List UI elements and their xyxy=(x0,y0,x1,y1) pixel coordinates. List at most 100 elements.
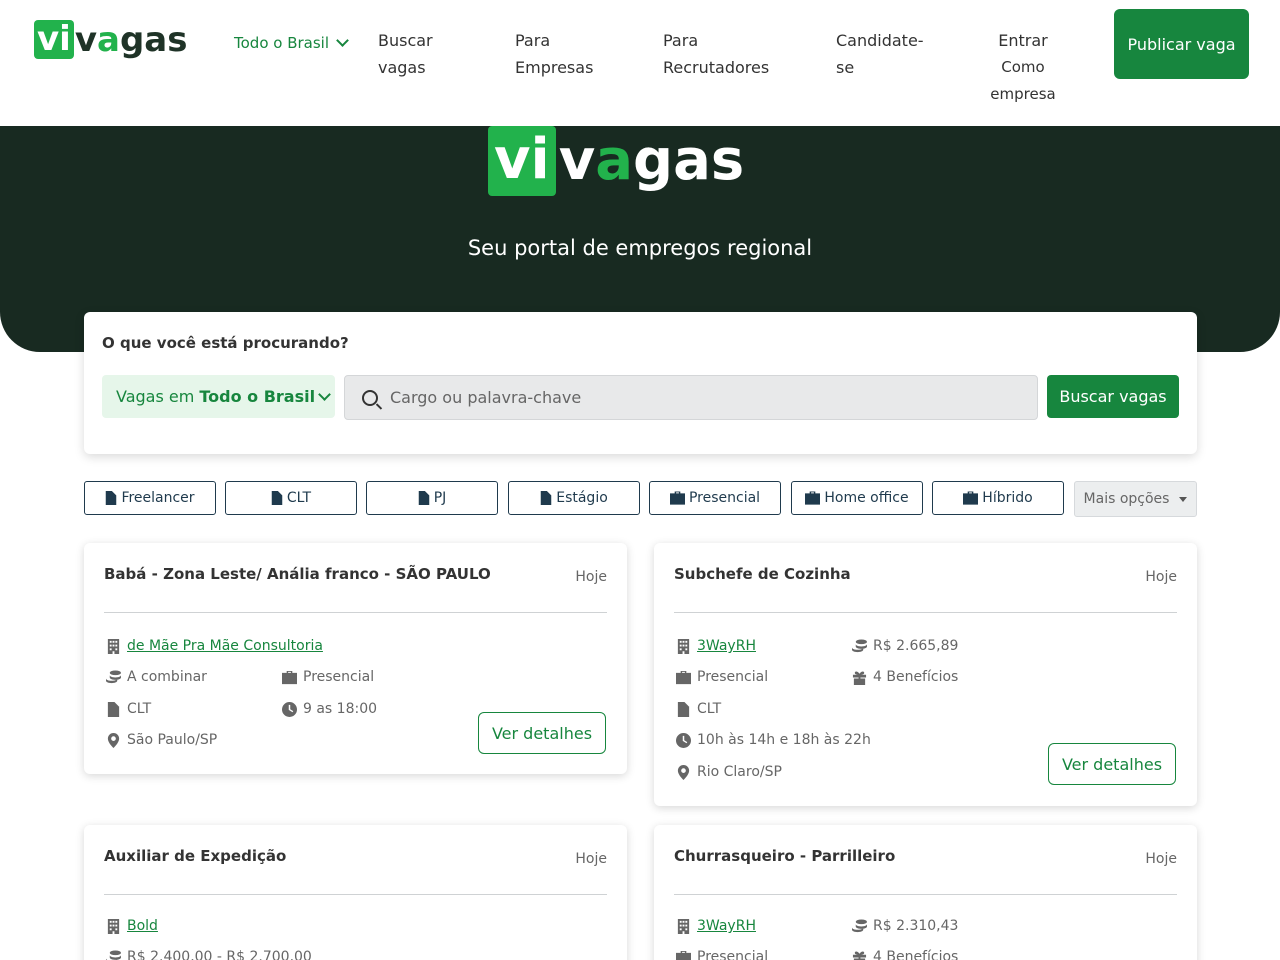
hero-logo: vi vagas xyxy=(488,126,744,196)
chevron-down-icon xyxy=(318,387,331,401)
map-pin-icon xyxy=(107,732,120,748)
file-icon xyxy=(107,701,120,717)
logo-vi: vi xyxy=(34,20,74,59)
job-location-row: São Paulo/SP xyxy=(106,732,217,748)
filter-presencial[interactable]: Presencial xyxy=(649,481,781,515)
job-card[interactable]: Churrasqueiro - Parrilleiro Hoje 3WayRH … xyxy=(654,825,1197,960)
nav-buscar-vagas[interactable]: Buscar vagas xyxy=(378,27,433,81)
job-company-row: Bold xyxy=(106,918,158,934)
filter-pj[interactable]: PJ xyxy=(366,481,498,515)
filter-freelancer[interactable]: Freelancer xyxy=(84,481,216,515)
job-mode-row: Presencial xyxy=(282,669,374,685)
job-company-link[interactable]: de Mãe Pra Mãe Consultoria xyxy=(127,638,323,654)
gift-icon xyxy=(852,951,867,960)
file-icon xyxy=(677,701,690,717)
job-company-row: 3WayRH xyxy=(676,918,756,934)
briefcase-icon xyxy=(805,491,821,505)
job-salary-row: A combinar xyxy=(106,669,207,685)
briefcase-icon xyxy=(669,491,685,505)
job-company-link[interactable]: Bold xyxy=(127,918,158,934)
file-icon xyxy=(418,491,429,505)
job-salary-row: R$ 2.665,89 xyxy=(852,638,958,654)
job-location-row: Rio Claro/SP xyxy=(676,764,782,780)
job-hours-row: 10h às 14h e 18h às 22h xyxy=(676,732,871,748)
nav-para-recrutadores[interactable]: Para Recrutadores xyxy=(663,27,769,81)
job-title[interactable]: Auxiliar de Expedição xyxy=(104,847,286,865)
nav-entrar-empresa[interactable]: Entrar Como empresa xyxy=(980,27,1066,108)
job-date: Hoje xyxy=(575,569,607,585)
card-divider xyxy=(104,894,607,895)
job-location: São Paulo/SP xyxy=(127,732,218,748)
file-icon xyxy=(271,491,283,505)
job-card[interactable]: Babá - Zona Leste/ Anália franco - SÃO P… xyxy=(84,543,627,774)
view-details-button[interactable]: Ver detalhes xyxy=(1048,743,1176,785)
briefcase-icon xyxy=(282,670,297,684)
coins-icon xyxy=(852,918,867,932)
job-title[interactable]: Babá - Zona Leste/ Anália franco - SÃO P… xyxy=(104,565,491,583)
publish-job-button[interactable]: Publicar vaga xyxy=(1114,9,1249,79)
file-icon xyxy=(106,491,117,505)
building-icon xyxy=(107,918,120,934)
chevron-down-icon xyxy=(336,34,349,47)
coins-icon xyxy=(852,638,867,652)
gift-icon xyxy=(852,671,867,685)
job-hours: 10h às 14h e 18h às 22h xyxy=(697,732,871,748)
nav-candidate-se[interactable]: Candidate- se xyxy=(836,27,924,81)
job-hours: 9 as 18:00 xyxy=(303,701,378,717)
caret-down-icon xyxy=(1179,496,1188,502)
job-location: Rio Claro/SP xyxy=(697,764,782,780)
filter-hibrido[interactable]: Híbrido xyxy=(932,481,1064,515)
building-icon xyxy=(677,638,690,654)
job-work-mode: Presencial xyxy=(697,669,769,685)
job-work-mode: Presencial xyxy=(697,949,769,960)
search-box[interactable] xyxy=(344,375,1038,420)
more-options-dropdown[interactable]: Mais opções xyxy=(1074,481,1197,517)
logo-vagas: vagas xyxy=(74,19,188,60)
search-heading: O que você está procurando? xyxy=(102,334,349,352)
job-benefits: 4 Benefícios xyxy=(873,669,959,685)
job-title[interactable]: Churrasqueiro - Parrilleiro xyxy=(674,847,895,865)
job-salary: R$ 2.310,43 xyxy=(873,918,959,934)
job-title[interactable]: Subchefe de Cozinha xyxy=(674,565,851,583)
region-selector[interactable]: Todo o Brasil xyxy=(234,34,349,52)
job-work-mode: Presencial xyxy=(303,669,375,685)
clock-icon xyxy=(282,701,297,717)
view-details-button[interactable]: Ver detalhes xyxy=(478,712,606,754)
nav-para-empresas[interactable]: Para Empresas xyxy=(515,27,593,81)
job-contract-row: CLT xyxy=(676,701,721,717)
map-pin-icon xyxy=(677,764,690,780)
job-company-row: 3WayRH xyxy=(676,638,756,654)
job-contract: CLT xyxy=(697,701,722,717)
job-card[interactable]: Subchefe de Cozinha Hoje 3WayRH R$ 2.665… xyxy=(654,543,1197,806)
job-company-link[interactable]: 3WayRH xyxy=(697,638,756,654)
search-input[interactable] xyxy=(390,388,1030,407)
card-divider xyxy=(674,894,1177,895)
filter-clt[interactable]: CLT xyxy=(225,481,357,515)
card-divider xyxy=(104,612,607,613)
job-card[interactable]: Auxiliar de Expedição Hoje Bold R$ 2.400… xyxy=(84,825,627,960)
navbar: vi vagas Todo o Brasil Buscar vagas Para… xyxy=(0,0,1280,126)
vivagas-logo[interactable]: vi vagas xyxy=(34,20,187,59)
job-salary: A combinar xyxy=(127,669,207,685)
search-region-select[interactable]: Vagas em Todo o Brasil xyxy=(102,375,335,418)
job-contract: CLT xyxy=(127,701,152,717)
job-salary-row: R$ 2.400,00 - R$ 2.700,00 xyxy=(106,949,312,960)
card-divider xyxy=(674,612,1177,613)
job-benefits-row: 4 Benefícios xyxy=(852,669,958,685)
search-button[interactable]: Buscar vagas xyxy=(1047,375,1179,418)
coins-icon xyxy=(106,949,121,960)
job-mode-row: Presencial xyxy=(676,669,768,685)
file-icon xyxy=(540,491,552,505)
job-date: Hoje xyxy=(1145,851,1177,867)
job-salary: R$ 2.665,89 xyxy=(873,638,959,654)
hero-logo-vagas: vagas xyxy=(558,128,745,193)
job-contract-row: CLT xyxy=(106,701,151,717)
job-mode-row: Presencial xyxy=(676,949,768,960)
filter-estagio[interactable]: Estágio xyxy=(508,481,640,515)
hero-logo-vi: vi xyxy=(488,126,556,196)
filter-home-office[interactable]: Home office xyxy=(791,481,923,515)
building-icon xyxy=(677,918,690,934)
job-salary: R$ 2.400,00 - R$ 2.700,00 xyxy=(127,949,312,960)
hero-tagline: Seu portal de empregos regional xyxy=(467,236,813,260)
job-company-link[interactable]: 3WayRH xyxy=(697,918,756,934)
